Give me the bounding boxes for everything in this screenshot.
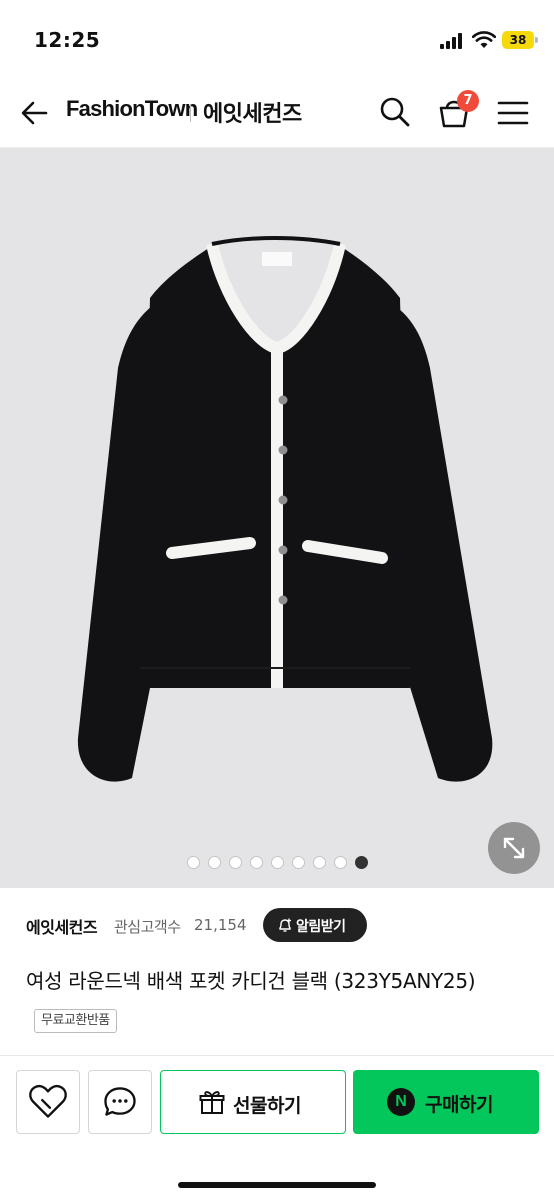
cellular-signal-icon bbox=[440, 33, 464, 49]
fans-label: 관심고객수 bbox=[114, 918, 181, 936]
pagination-dot[interactable] bbox=[333, 856, 347, 869]
buy-label: 구매하기 bbox=[425, 1094, 493, 1116]
expand-image-icon[interactable] bbox=[488, 822, 540, 874]
gift-button[interactable]: 선물하기 bbox=[160, 1070, 346, 1134]
pagination-dot[interactable] bbox=[291, 856, 305, 869]
hamburger-menu-icon[interactable] bbox=[496, 96, 530, 130]
fashiontown-logo[interactable]: FashionTown bbox=[66, 96, 198, 122]
top-header: FashionTown 에잇세컨즈 7 bbox=[0, 78, 554, 148]
pagination-dot[interactable] bbox=[207, 856, 221, 869]
buy-button[interactable]: N 구매하기 bbox=[353, 1070, 539, 1134]
chat-bubble-icon bbox=[104, 1087, 136, 1116]
fans-count: 21,154 bbox=[194, 916, 247, 934]
talk-button[interactable] bbox=[88, 1070, 152, 1134]
image-pagination-dots bbox=[0, 852, 554, 869]
brand-name[interactable]: 에잇세컨즈 bbox=[26, 914, 98, 938]
naver-pay-icon: N bbox=[387, 1088, 415, 1116]
bell-plus-icon bbox=[279, 918, 291, 932]
pagination-dot[interactable] bbox=[249, 856, 263, 869]
status-bar: 12:25 38 bbox=[0, 0, 554, 78]
free-return-badge: 무료교환반품 bbox=[34, 1009, 117, 1033]
get-alerts-label: 알림받기 bbox=[296, 919, 346, 935]
get-alerts-button[interactable]: 알림받기 bbox=[263, 908, 367, 942]
product-image[interactable] bbox=[0, 148, 554, 888]
pagination-dot[interactable] bbox=[228, 856, 242, 869]
pagination-dot[interactable] bbox=[312, 856, 326, 869]
cardigan-photo bbox=[77, 236, 493, 782]
battery-tip bbox=[535, 37, 538, 43]
heart-icon bbox=[29, 1084, 67, 1118]
pagination-dot[interactable] bbox=[354, 856, 368, 869]
status-time: 12:25 bbox=[34, 28, 101, 52]
like-button[interactable] bbox=[16, 1070, 80, 1134]
product-title: 여성 라운드넥 배색 포켓 카디건 블랙 (323Y5ANY25) bbox=[26, 969, 476, 993]
bottom-action-bar: 선물하기 N 구매하기 bbox=[0, 1055, 554, 1200]
gift-icon bbox=[199, 1091, 225, 1114]
wifi-icon bbox=[472, 31, 496, 48]
home-indicator bbox=[178, 1182, 376, 1188]
neck-label bbox=[262, 252, 292, 266]
battery-icon: 38 bbox=[502, 31, 534, 49]
back-arrow-icon[interactable] bbox=[18, 96, 52, 130]
search-icon[interactable] bbox=[377, 94, 413, 130]
gift-label: 선물하기 bbox=[233, 1095, 301, 1117]
pagination-dot[interactable] bbox=[270, 856, 284, 869]
brand-store-title[interactable]: 에잇세컨즈 bbox=[203, 96, 302, 128]
pagination-dot[interactable] bbox=[186, 856, 200, 869]
brand-row: 에잇세컨즈 관심고객수 21,154 알림받기 bbox=[26, 908, 546, 942]
cart-count-badge: 7 bbox=[457, 90, 479, 112]
header-divider bbox=[190, 104, 191, 122]
product-title-block: 여성 라운드넥 배색 포켓 카디건 블랙 (323Y5ANY25) 무료교환반품 bbox=[26, 962, 536, 1040]
